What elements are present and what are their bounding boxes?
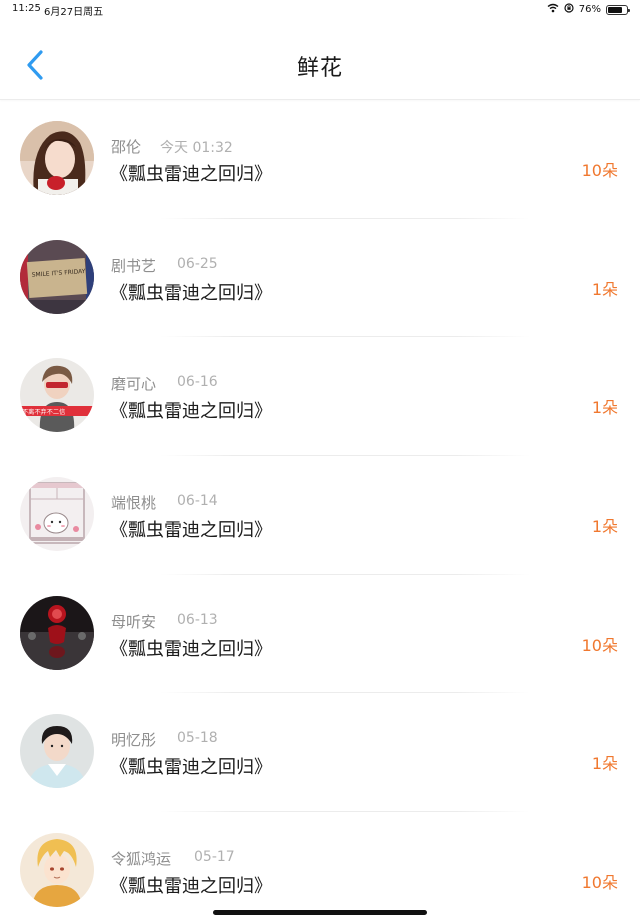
user-name: 邵伦 [111,138,142,156]
gift-date: 06-14 [177,493,218,510]
list-item[interactable]: SMILE IT'S FRIDAY 剧书艺 06-25 《瓢虫雷迪之回归》 1朵 [0,219,640,338]
book-title[interactable]: 《瓢虫雷迪之回归》 [110,872,272,898]
avatar[interactable]: SMILE IT'S FRIDAY [20,239,94,314]
book-title[interactable]: 《瓢虫雷迪之回归》 [110,516,272,542]
flower-list: 邵伦 今天 01:32 《瓢虫雷迪之回归》 10朵 SMILE IT'S FRI… [0,100,640,921]
flower-count: 10朵 [581,635,618,655]
user-name: 端恨桃 [111,494,157,513]
book-title[interactable]: 《瓢虫雷迪之回归》 [110,397,272,423]
list-item[interactable]: 端恨桃 06-14 《瓢虫雷迪之回归》 1朵 [0,456,640,575]
user-name: 磨可心 [111,375,157,394]
gift-date: 06-13 [177,611,218,628]
flower-count: 1朵 [591,279,618,299]
avatar[interactable] [20,833,94,908]
status-time: 11:25 [12,3,41,14]
status-date: 6月27日周五 [44,7,104,18]
page-title: 鲜花 [296,56,343,81]
flower-count: 1朵 [591,517,618,537]
user-name: 令狐鸿运 [111,850,172,869]
book-title[interactable]: 《瓢虫雷迪之回归》 [110,279,272,305]
avatar-banner-text: 不离不弃不二信 [22,408,65,416]
avatar[interactable]: 不离不弃不二信 [20,358,94,433]
status-indicators: 76% [547,3,630,16]
book-title[interactable]: 《瓢虫雷迪之回归》 [110,753,272,779]
flower-count: 10朵 [581,161,618,180]
list-item[interactable]: 邵伦 今天 01:32 《瓢虫雷迪之回归》 10朵 [0,100,640,219]
battery-percent: 76% [578,4,601,15]
avatar[interactable] [20,121,94,195]
flower-count: 10朵 [581,873,618,893]
battery-fill [608,6,622,13]
book-title[interactable]: 《瓢虫雷迪之回归》 [110,160,272,186]
book-title[interactable]: 《瓢虫雷迪之回归》 [110,635,272,661]
gift-date: 05-18 [177,730,218,747]
user-name: 明忆彤 [111,731,157,750]
gift-date: 06-16 [177,374,218,391]
gift-date: 06-25 [177,255,218,272]
list-item[interactable]: 母听安 06-13 《瓢虫雷迪之回归》 10朵 [0,575,640,694]
wifi-icon [547,3,559,16]
avatar[interactable] [20,714,94,789]
user-name: 剧书艺 [111,256,157,275]
home-indicator[interactable] [213,910,427,915]
flower-count: 1朵 [591,398,618,418]
list-item[interactable]: 明忆彤 05-18 《瓢虫雷迪之回归》 1朵 [0,693,640,813]
status-bar: 11:25 6月27日周五 76% [0,0,640,18]
list-item[interactable]: 不离不弃不二信 磨可心 06-16 《瓢虫雷迪之回归》 1朵 [0,337,640,457]
orientation-lock-icon [564,3,574,16]
user-name: 母听安 [111,612,157,631]
navigation-bar: 鲜花 [0,18,640,100]
gift-date: 05-17 [194,849,235,866]
battery-icon [606,4,630,15]
flower-count: 1朵 [591,754,618,774]
gift-date: 今天 01:32 [160,140,233,156]
list-item[interactable]: 令狐鸿运 05-17 《瓢虫雷迪之回归》 10朵 [0,812,640,921]
avatar[interactable] [20,477,94,552]
avatar[interactable] [20,595,94,670]
